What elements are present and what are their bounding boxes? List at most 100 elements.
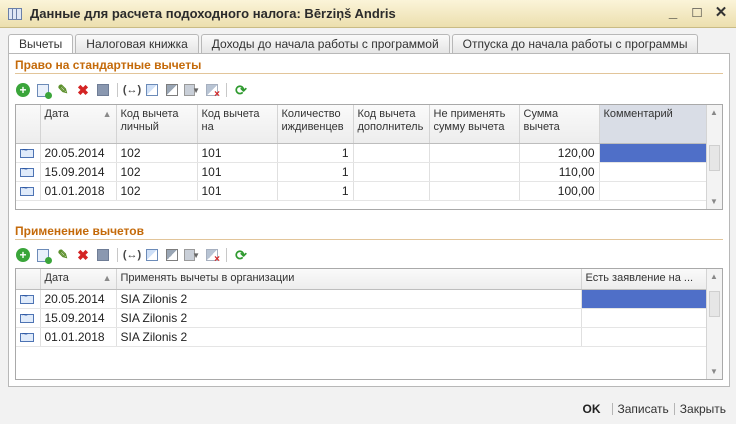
cell-organization[interactable]: SIA Zilonis 2 [116,327,582,347]
cell-date[interactable]: 15.09.2014 [40,308,117,328]
cell-extra-code[interactable] [353,162,430,182]
clear-filter-icon[interactable] [204,82,220,100]
cell-comment[interactable] [599,162,707,182]
standard-deductions-table[interactable]: Дата ▲ Код вычета личный Код вычета на Ко… [15,104,723,210]
column-header-sum[interactable]: Сумма вычета [519,105,600,144]
column-header-comment[interactable]: Комментарий [599,105,707,144]
cell-on-code[interactable]: 101 [197,162,278,182]
delete-icon[interactable]: ✖ [75,82,91,98]
column-header-personal-code[interactable]: Код вычета личный [116,105,198,144]
cell-organization[interactable]: SIA Zilonis 2 [116,289,582,309]
edit-icon[interactable]: ✎ [55,82,71,98]
scroll-down-icon[interactable]: ▼ [710,197,718,206]
refresh-icon[interactable]: ⟳ [233,82,249,98]
vertical-scrollbar[interactable]: ▲ ▼ [706,105,722,209]
cell-comment[interactable] [599,181,707,201]
title-bar: Данные для расчета подоходного налога: B… [0,0,736,28]
cell-organization[interactable]: SIA Zilonis 2 [116,308,582,328]
add-icon[interactable]: + [15,82,31,98]
tab-deductions[interactable]: Вычеты [8,34,74,55]
scroll-thumb[interactable] [709,145,720,171]
record-icon [20,145,34,158]
cell-on-code[interactable]: 101 [197,181,278,201]
cell-date[interactable]: 15.09.2014 [40,162,117,182]
cell-extra-code[interactable] [353,181,430,201]
scroll-up-icon[interactable]: ▲ [710,108,718,117]
filter-list-icon[interactable]: ▼ [184,247,200,263]
save-icon[interactable] [95,82,111,98]
brackets-icon[interactable]: (↔) [123,247,141,263]
row-icon-cell [16,308,41,328]
deduction-application-table[interactable]: Дата ▲ Применять вычеты в организации Ест… [15,268,723,380]
tab-tax-book[interactable]: Налоговая книжка [75,34,199,54]
table-row[interactable]: 01.01.2018 102 101 1 100,00 [16,181,707,201]
column-header-no-apply[interactable]: Не применять сумму вычета [429,105,520,144]
cell-statement[interactable] [581,327,707,347]
add-icon[interactable]: + [15,247,31,263]
section-divider [15,239,723,240]
cell-no-apply[interactable] [429,162,520,182]
cell-personal-code[interactable]: 102 [116,162,198,182]
save-button[interactable]: Записать [618,402,669,416]
filter-icon[interactable] [144,82,160,98]
delete-icon[interactable]: ✖ [75,247,91,263]
maximize-icon[interactable]: □ [688,4,706,22]
column-header-organization[interactable]: Применять вычеты в организации [116,269,582,290]
cell-comment[interactable] [599,143,707,163]
vertical-scrollbar[interactable]: ▲ ▼ [706,269,722,379]
close-icon[interactable]: ✕ [712,4,730,22]
cell-personal-code[interactable]: 102 [116,143,198,163]
column-header-statement[interactable]: Есть заявление на ... [581,269,707,290]
save-icon[interactable] [95,247,111,263]
clear-filter-icon[interactable] [204,247,220,265]
column-header-date[interactable]: Дата ▲ [40,269,117,290]
cell-dependents[interactable]: 1 [277,162,354,182]
filter-apply-icon[interactable] [164,82,180,98]
minimize-icon[interactable]: _ [664,4,682,22]
table-row[interactable]: 15.09.2014 102 101 1 110,00 [16,162,707,182]
scroll-down-icon[interactable]: ▼ [710,367,718,376]
ok-button[interactable]: OK [583,402,601,416]
cell-sum[interactable]: 120,00 [519,143,600,163]
filter-apply-icon[interactable] [164,247,180,263]
scroll-up-icon[interactable]: ▲ [710,272,718,281]
cell-date[interactable]: 20.05.2014 [40,289,117,309]
table-row[interactable]: 01.01.2018 SIA Zilonis 2 [16,327,707,347]
copy-icon[interactable] [35,247,52,264]
column-header-date[interactable]: Дата ▲ [40,105,117,144]
column-header-extra-code[interactable]: Код вычета дополнитель [353,105,430,144]
brackets-icon[interactable]: (↔) [123,82,141,98]
table-row[interactable]: 20.05.2014 102 101 1 120,00 [16,143,707,163]
cell-statement[interactable] [581,308,707,328]
cell-date[interactable]: 01.01.2018 [40,327,117,347]
cell-dependents[interactable]: 1 [277,181,354,201]
filter-icon[interactable] [144,247,160,263]
window-controls: _ □ ✕ [664,4,730,22]
tab-prior-income[interactable]: Доходы до начала работы с программой [200,34,450,54]
cell-sum[interactable]: 100,00 [519,181,600,201]
table-row[interactable]: 15.09.2014 SIA Zilonis 2 [16,308,707,328]
column-header-icon [16,269,41,290]
cell-no-apply[interactable] [429,181,520,201]
tab-panel: Право на стандартные вычеты + ✎ ✖ (↔) ▼ … [8,53,730,387]
cell-on-code[interactable]: 101 [197,143,278,163]
column-header-dependents[interactable]: Количество иждивенцев [277,105,354,144]
cell-statement[interactable] [581,289,707,309]
cell-no-apply[interactable] [429,143,520,163]
tab-prior-vacations[interactable]: Отпуска до начала работы с программы [451,34,699,54]
record-icon [20,329,34,342]
column-header-on-code[interactable]: Код вычета на [197,105,278,144]
cell-personal-code[interactable]: 102 [116,181,198,201]
cell-date[interactable]: 20.05.2014 [40,143,117,163]
copy-icon[interactable] [35,82,52,99]
cell-sum[interactable]: 110,00 [519,162,600,182]
close-button[interactable]: Закрыть [680,402,726,416]
table-row[interactable]: 20.05.2014 SIA Zilonis 2 [16,289,707,309]
refresh-icon[interactable]: ⟳ [233,247,249,263]
cell-date[interactable]: 01.01.2018 [40,181,117,201]
scroll-thumb[interactable] [709,291,720,317]
edit-icon[interactable]: ✎ [55,247,71,263]
cell-extra-code[interactable] [353,143,430,163]
cell-dependents[interactable]: 1 [277,143,354,163]
filter-list-icon[interactable]: ▼ [184,82,200,98]
